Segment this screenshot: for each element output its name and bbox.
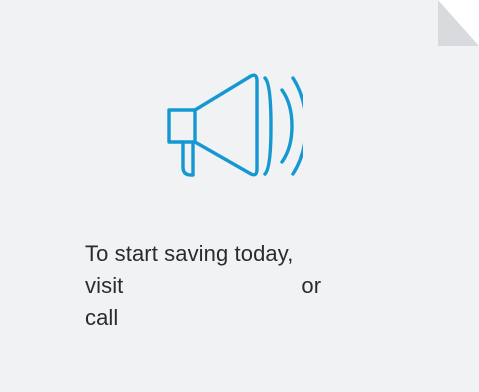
promo-message: To start saving today, visit or call <box>85 238 385 334</box>
or-text: or <box>301 273 322 298</box>
message-line-3: call <box>85 305 119 330</box>
message-line-1: To start saving today, <box>85 241 294 266</box>
visit-text: visit <box>85 273 124 298</box>
megaphone-icon <box>167 73 303 177</box>
page-fold-corner <box>438 0 479 46</box>
message-line-2: visit or <box>85 270 385 302</box>
